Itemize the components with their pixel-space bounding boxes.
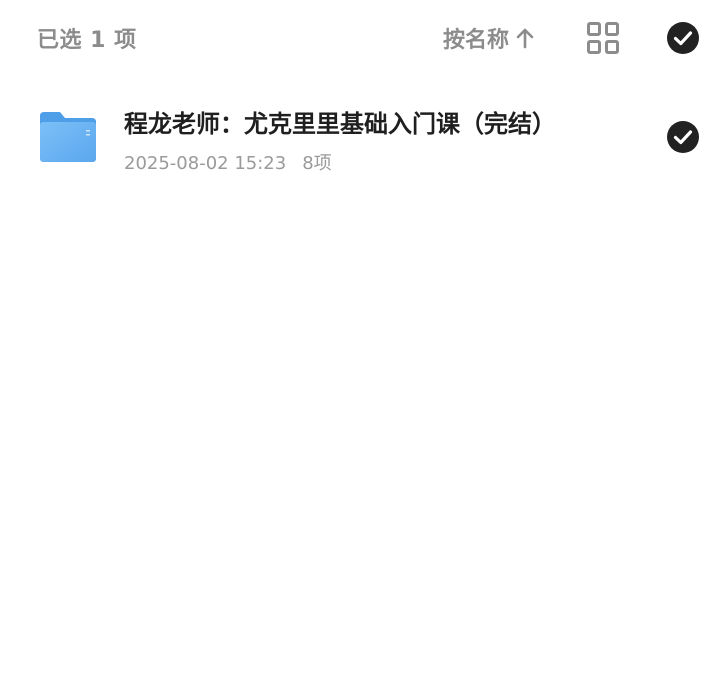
file-meta: 2025-08-02 15:23 8项 [124, 149, 332, 175]
check-circle-icon [666, 22, 700, 59]
grid-view-icon [586, 22, 620, 59]
selected-count-label: 已选 1 项 [37, 28, 137, 53]
check-circle-icon [666, 121, 700, 158]
file-row[interactable]: 程龙老师：尤克里里基础入门课（完结） 2025-08-02 15:23 8项 [0, 86, 714, 186]
file-date: 2025-08-02 15:23 [124, 153, 287, 174]
folder-icon [38, 110, 98, 164]
file-list: 程龙老师：尤克里里基础入门课（完结） 2025-08-02 15:23 8项 [0, 86, 714, 186]
file-select-checkbox[interactable] [666, 120, 700, 154]
selection-toolbar: 已选 1 项 按名称 [0, 0, 714, 76]
select-all-checkbox[interactable] [666, 21, 700, 55]
grid-view-toggle[interactable] [586, 21, 620, 55]
arrow-up-icon [515, 27, 535, 49]
sort-label: 按名称 [443, 28, 510, 53]
sort-by-name-button[interactable]: 按名称 [443, 20, 535, 56]
file-item-count: 8项 [302, 153, 332, 174]
file-name: 程龙老师：尤克里里基础入门课（完结） [124, 110, 556, 138]
